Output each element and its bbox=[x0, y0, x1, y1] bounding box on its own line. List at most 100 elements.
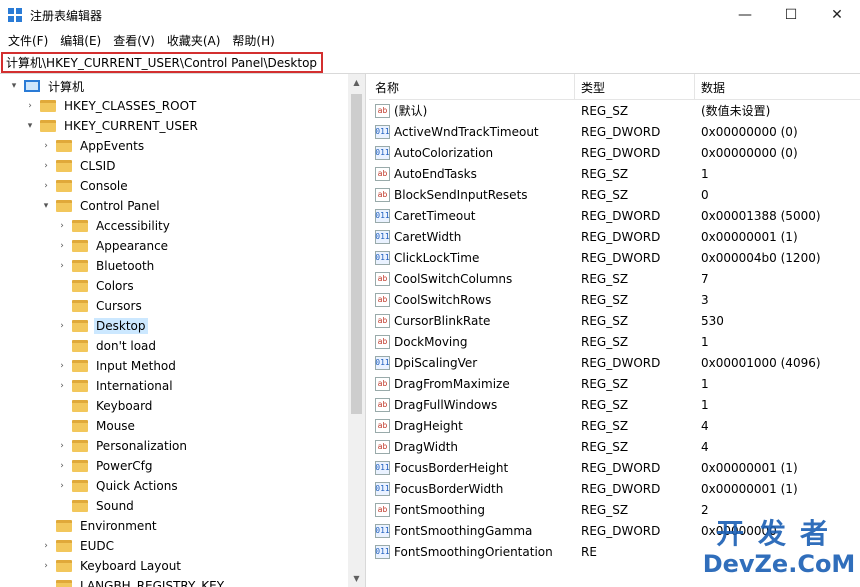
value-name: CursorBlinkRate bbox=[394, 313, 491, 328]
chevron-right-icon[interactable]: › bbox=[40, 561, 52, 571]
value-row[interactable]: ab DockMoving REG_SZ 1 bbox=[369, 331, 860, 352]
scroll-down-icon[interactable]: ▼ bbox=[348, 570, 365, 587]
value-row[interactable]: ab DragHeight REG_SZ 4 bbox=[369, 415, 860, 436]
tree-item[interactable]: › Console bbox=[40, 176, 130, 196]
tree-item[interactable]: don't load bbox=[56, 336, 158, 356]
tree-item[interactable]: › Accessibility bbox=[56, 216, 172, 236]
value-type: REG_SZ bbox=[581, 439, 629, 454]
value-type: RE bbox=[581, 544, 597, 559]
tree-item-label: Mouse bbox=[96, 419, 135, 433]
tree-item[interactable]: › Keyboard Layout bbox=[40, 556, 183, 576]
tree-item[interactable]: Cursors bbox=[56, 296, 144, 316]
tree-item[interactable]: › Personalization bbox=[56, 436, 189, 456]
tree-item[interactable]: › HKEY_CLASSES_ROOT bbox=[24, 96, 198, 116]
chevron-right-icon[interactable]: › bbox=[56, 461, 68, 471]
value-row[interactable]: 011 CaretWidth REG_DWORD 0x00000001 (1) bbox=[369, 226, 860, 247]
menu-help[interactable]: 帮助(H) bbox=[226, 32, 280, 49]
window-title: 注册表编辑器 bbox=[30, 8, 103, 23]
tree-item[interactable]: › Bluetooth bbox=[56, 256, 156, 276]
value-row[interactable]: ab DragFromMaximize REG_SZ 1 bbox=[369, 373, 860, 394]
folder-icon bbox=[56, 560, 72, 572]
tree-item[interactable]: ▾ 计算机 bbox=[8, 76, 86, 96]
value-row[interactable]: ab DragWidth REG_SZ 4 bbox=[369, 436, 860, 457]
minimize-button[interactable]: — bbox=[722, 0, 768, 30]
tree-item[interactable]: › International bbox=[56, 376, 175, 396]
chevron-right-icon[interactable]: › bbox=[56, 441, 68, 451]
value-row[interactable]: 011 DpiScalingVer REG_DWORD 0x00001000 (409… bbox=[369, 352, 860, 373]
chevron-right-icon[interactable]: › bbox=[40, 141, 52, 151]
folder-icon bbox=[72, 400, 88, 412]
chevron-right-icon[interactable]: › bbox=[56, 241, 68, 251]
value-row[interactable]: ab CursorBlinkRate REG_SZ 530 bbox=[369, 310, 860, 331]
chevron-right-icon[interactable]: › bbox=[56, 221, 68, 231]
chevron-right-icon[interactable]: › bbox=[40, 181, 52, 191]
value-row[interactable]: ab BlockSendInputResets REG_SZ 0 bbox=[369, 184, 860, 205]
value-type: REG_DWORD bbox=[581, 250, 661, 265]
tree-item[interactable]: › Input Method bbox=[56, 356, 178, 376]
value-row[interactable]: 011 ActiveWndTrackTimeout REG_DWORD 0x00000… bbox=[369, 121, 860, 142]
value-row[interactable]: 011 ClickLockTime REG_DWORD 0x000004b0 (120… bbox=[369, 247, 860, 268]
chevron-down-icon[interactable]: ▾ bbox=[8, 81, 20, 91]
folder-icon bbox=[72, 280, 88, 292]
menu-view[interactable]: 查看(V) bbox=[107, 32, 161, 49]
tree-item[interactable]: › Quick Actions bbox=[56, 476, 180, 496]
value-row[interactable]: 011 FocusBorderHeight REG_DWORD 0x00000001 … bbox=[369, 457, 860, 478]
tree-item[interactable]: Keyboard bbox=[56, 396, 154, 416]
tree-item-label: Quick Actions bbox=[96, 479, 178, 493]
address-bar[interactable]: 计算机\HKEY_CURRENT_USER\Control Panel\Desk… bbox=[1, 52, 323, 73]
chevron-right-icon[interactable]: › bbox=[40, 161, 52, 171]
tree-item[interactable]: ▾ HKEY_CURRENT_USER bbox=[24, 116, 200, 136]
maximize-button[interactable]: ☐ bbox=[768, 0, 814, 30]
tree-item[interactable]: › EUDC bbox=[40, 536, 116, 556]
chevron-down-icon[interactable]: ▾ bbox=[24, 121, 36, 131]
column-header-type[interactable]: 类型 bbox=[575, 74, 695, 100]
value-row[interactable]: ab DragFullWindows REG_SZ 1 bbox=[369, 394, 860, 415]
tree-scrollbar[interactable]: ▲ ▼ bbox=[348, 74, 365, 587]
column-header-data[interactable]: 数据 bbox=[695, 74, 860, 100]
chevron-right-icon[interactable]: › bbox=[56, 261, 68, 271]
value-row[interactable]: 011 CaretTimeout REG_DWORD 0x00001388 (5000… bbox=[369, 205, 860, 226]
value-row[interactable]: 011 FocusBorderWidth REG_DWORD 0x00000001 (… bbox=[369, 478, 860, 499]
tree-item-label: Input Method bbox=[96, 359, 176, 373]
close-button[interactable]: ✕ bbox=[814, 0, 860, 30]
value-type: REG_DWORD bbox=[581, 229, 661, 244]
tree-item[interactable]: Mouse bbox=[56, 416, 137, 436]
regedit-app-icon bbox=[8, 8, 22, 22]
chevron-right-icon[interactable]: › bbox=[56, 381, 68, 391]
value-name: ClickLockTime bbox=[394, 250, 480, 265]
tree-item[interactable]: › CLSID bbox=[40, 156, 117, 176]
value-row[interactable]: ab CoolSwitchRows REG_SZ 3 bbox=[369, 289, 860, 310]
value-row[interactable]: ab (默认) REG_SZ (数值未设置) bbox=[369, 100, 860, 121]
chevron-right-icon[interactable]: › bbox=[40, 541, 52, 551]
scrollbar-thumb[interactable] bbox=[351, 94, 362, 414]
chevron-right-icon[interactable]: › bbox=[56, 321, 68, 331]
tree-item[interactable]: › Appearance bbox=[56, 236, 170, 256]
values-list-pane: 名称 类型 数据 ab (默认) REG_SZ (数值未设置) 011 ActiveWnd… bbox=[369, 74, 860, 587]
scroll-up-icon[interactable]: ▲ bbox=[348, 74, 365, 91]
chevron-right-icon[interactable]: › bbox=[56, 481, 68, 491]
menu-edit[interactable]: 编辑(E) bbox=[54, 32, 107, 49]
tree-item[interactable]: › Desktop bbox=[56, 316, 148, 336]
tree-item-label: International bbox=[96, 379, 173, 393]
tree-item[interactable]: Environment bbox=[40, 516, 159, 536]
folder-icon bbox=[72, 380, 88, 392]
value-row[interactable]: 011 AutoColorization REG_DWORD 0x00000000 (… bbox=[369, 142, 860, 163]
value-type: REG_SZ bbox=[581, 313, 629, 328]
tree-item[interactable]: › AppEvents bbox=[40, 136, 146, 156]
tree-item[interactable]: › PowerCfg bbox=[56, 456, 155, 476]
tree-item[interactable]: Sound bbox=[56, 496, 136, 516]
tree-item[interactable]: LANGBH_REGISTRY_KEY bbox=[40, 576, 226, 587]
tree-item[interactable]: ▾ Control Panel bbox=[40, 196, 162, 216]
menu-favorites[interactable]: 收藏夹(A) bbox=[161, 32, 227, 49]
value-row[interactable]: ab AutoEndTasks REG_SZ 1 bbox=[369, 163, 860, 184]
tree-item-label: Control Panel bbox=[80, 199, 160, 213]
chevron-right-icon[interactable]: › bbox=[56, 361, 68, 371]
menu-file[interactable]: 文件(F) bbox=[2, 32, 54, 49]
chevron-down-icon[interactable]: ▾ bbox=[40, 201, 52, 211]
column-header-name[interactable]: 名称 bbox=[369, 74, 575, 100]
value-name: FocusBorderHeight bbox=[394, 460, 509, 475]
value-row[interactable]: ab CoolSwitchColumns REG_SZ 7 bbox=[369, 268, 860, 289]
tree-item[interactable]: Colors bbox=[56, 276, 136, 296]
chevron-right-icon[interactable]: › bbox=[24, 101, 36, 111]
tree-item-label: Cursors bbox=[96, 299, 142, 313]
